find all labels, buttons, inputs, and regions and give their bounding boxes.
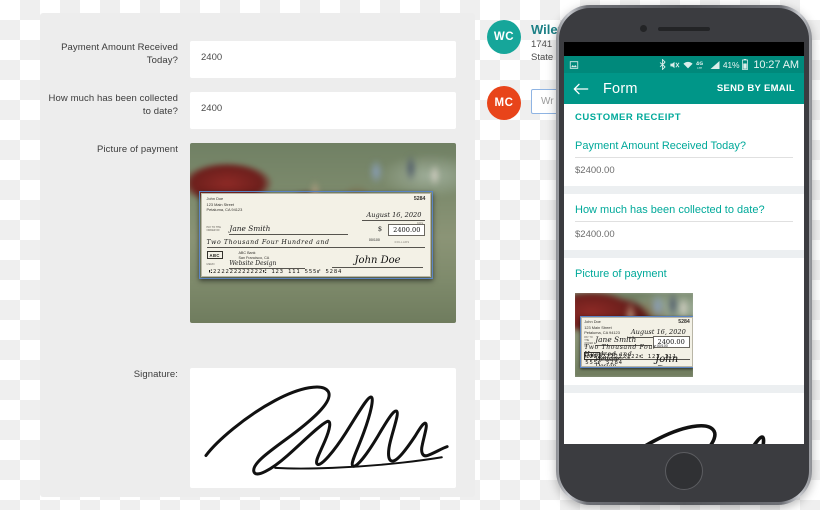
- check-payor-city: Petaluma, CA 94123: [206, 206, 243, 212]
- receipt-answer: $2400.00: [575, 229, 615, 240]
- signal-icon: [710, 60, 720, 69]
- app-bar-title: Form: [603, 80, 638, 97]
- check-number: 5284: [413, 196, 426, 203]
- bank-logo-icon: ABC: [206, 251, 223, 260]
- payment-photo[interactable]: John Doe 123 Main Street Petaluma, CA 94…: [190, 143, 456, 323]
- form-field-collected-to-date: How much has been collected to date? 240…: [40, 92, 475, 129]
- send-by-email-button[interactable]: SEND BY EMAIL: [717, 83, 795, 94]
- form-field-payment-amount: Payment Amount Received Today? 2400: [40, 41, 475, 78]
- check-payee: Jane Smith: [229, 224, 348, 235]
- status-bar-clock: 10:27 AM: [753, 58, 799, 71]
- phone-screen: 4G LTE 41% 10:27 AM Form SEND BY EMAIL C…: [564, 42, 804, 444]
- image-icon: [569, 60, 579, 69]
- form-field-picture-of-payment: Picture of payment John Doe 123 Main Str…: [40, 143, 475, 323]
- receipt-header-section: CUSTOMER RECEIPT: [564, 104, 804, 130]
- avatar: MC: [487, 86, 521, 120]
- check-memo: Website Design: [229, 260, 305, 269]
- receipt-divider: [564, 385, 804, 393]
- receipt-item: How much has been collected to date? $24…: [564, 194, 804, 250]
- receipt-item: Payment Amount Received Today? $2400.00: [564, 130, 804, 186]
- app-bar: Form SEND BY EMAIL: [564, 73, 804, 104]
- receipt-divider: [564, 250, 804, 258]
- battery-icon: [742, 59, 749, 70]
- front-camera-icon: [640, 25, 647, 32]
- form-field-signature: Signature:: [40, 368, 475, 488]
- phone-body: 4G LTE 41% 10:27 AM Form SEND BY EMAIL C…: [559, 8, 809, 502]
- wifi-icon: [683, 61, 693, 68]
- receipt-question: Picture of payment: [575, 268, 667, 280]
- receipt-payment-photo[interactable]: John Doe 123 Main Street Petaluma, CA 94…: [575, 293, 693, 377]
- check-memo-label: MEMO: [206, 262, 215, 266]
- check-micr-line: ⑆222222222222⑆ 123 111 555⑈ 5284: [208, 269, 343, 276]
- receipt-header: CUSTOMER RECEIPT: [575, 112, 682, 123]
- collected-to-date-input[interactable]: 2400: [190, 92, 456, 129]
- check-dollar-sign: $: [377, 225, 383, 234]
- receipt-signature: [564, 393, 804, 444]
- check-image: John Doe 123 Main Street Petaluma, CA 94…: [201, 193, 431, 277]
- check-signature: John Doe: [331, 255, 424, 268]
- check-pay-to-label: PAY TO THE ORDER OF: [206, 225, 221, 232]
- field-label-collected-to-date: How much has been collected to date?: [48, 93, 178, 117]
- payment-amount-input[interactable]: 2400: [190, 41, 456, 78]
- check-payor-block: John Doe 123 Main Street Petaluma, CA 94…: [207, 196, 243, 212]
- receipt-question: Payment Amount Received Today?: [575, 140, 793, 158]
- earpiece-speaker-icon: [658, 27, 710, 31]
- mute-icon: [670, 61, 680, 68]
- android-status-bar: 4G LTE 41% 10:27 AM: [564, 56, 804, 73]
- check-highlight-frame: [580, 316, 693, 368]
- signature-drawing: [204, 385, 449, 476]
- home-button[interactable]: [665, 452, 703, 490]
- svg-text:LTE: LTE: [697, 65, 702, 69]
- signature-pad[interactable]: [190, 368, 456, 488]
- field-label-signature: Signature:: [133, 369, 178, 380]
- receipt-divider: [564, 186, 804, 194]
- lte-4g-icon: 4G LTE: [696, 61, 703, 70]
- check-amount: 2400.00: [388, 224, 426, 237]
- check-date: August 16, 2020: [362, 211, 426, 222]
- check-amount-words: Two Thousand Four Hundred and: [206, 239, 426, 249]
- back-arrow-icon[interactable]: [573, 82, 589, 96]
- web-form-card: Payment Amount Received Today? 2400 How …: [40, 13, 475, 497]
- status-bar-right: 4G LTE 41% 10:27 AM: [659, 59, 799, 71]
- avatar: WC: [487, 20, 521, 54]
- field-label-picture-of-payment: Picture of payment: [96, 144, 178, 155]
- check-dollars-label: DOLLARS: [394, 240, 410, 244]
- receipt-question: How much has been collected to date?: [575, 204, 793, 222]
- receipt-item: Picture of payment John Doe 123 Main Str…: [564, 258, 804, 385]
- screen-top-black-bar: [564, 42, 804, 56]
- receipt-scroll-area[interactable]: CUSTOMER RECEIPT Payment Amount Received…: [564, 104, 804, 444]
- check-cents: 00/100: [368, 238, 380, 243]
- battery-percent: 41%: [722, 59, 740, 70]
- bluetooth-icon: [659, 59, 666, 70]
- receipt-answer: $2400.00: [575, 165, 615, 176]
- signature-drawing: [644, 424, 766, 444]
- field-label-payment-amount: Payment Amount Received Today?: [61, 42, 178, 66]
- phone-mockup: 4G LTE 41% 10:27 AM Form SEND BY EMAIL C…: [556, 5, 812, 505]
